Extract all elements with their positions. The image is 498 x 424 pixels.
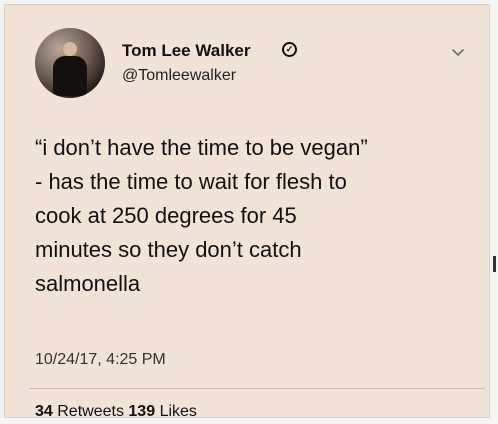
avatar-head [63,42,77,56]
avatar-body [53,56,87,96]
avatar[interactable] [35,28,105,98]
user-name[interactable]: Tom Lee Walker [122,41,250,61]
retweets-count[interactable]: 34 [35,403,53,417]
tweet-text: “i don’t have the time to be vegan” - ha… [35,135,368,296]
scrollbar-edge [493,256,496,272]
user-handle[interactable]: @Tomleewalker [122,67,236,85]
likes-label[interactable]: Likes [160,403,197,417]
tweet-stats: 34 Retweets 139 Likes [35,403,197,417]
tweet-card: Tom Lee Walker ✓ @Tomleewalker “i don’t … [4,4,490,418]
likes-count[interactable]: 139 [128,403,155,417]
chevron-down-icon[interactable] [451,45,465,59]
verified-badge-icon: ✓ [282,42,297,57]
retweets-label[interactable]: Retweets [57,403,124,417]
tweet-timestamp[interactable]: 10/24/17, 4:25 PM [35,351,166,369]
divider [29,388,485,389]
